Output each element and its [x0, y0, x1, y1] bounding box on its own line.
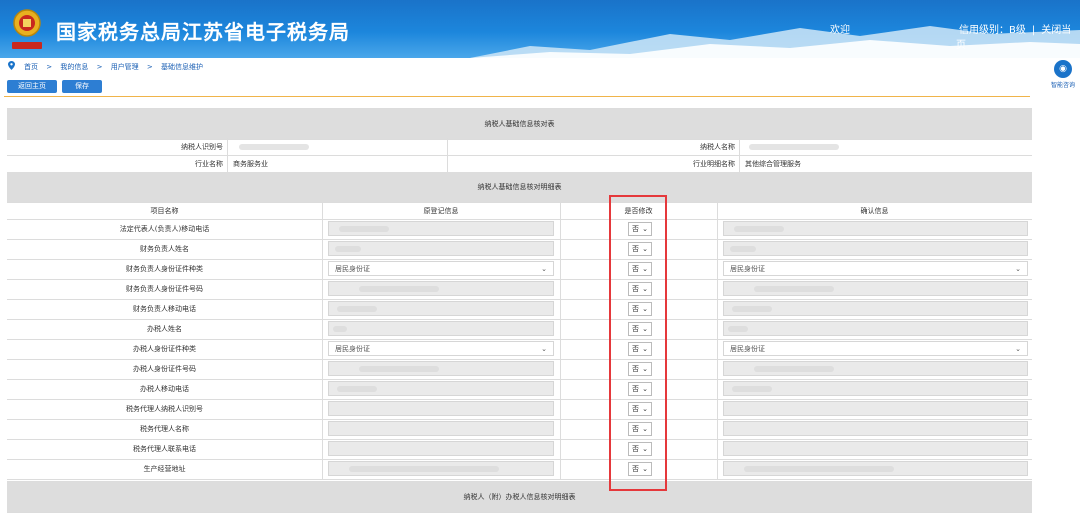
- row-label: 财务负责人身份证件号码: [126, 285, 203, 293]
- table-row: 税务代理人纳税人识别号 否 ⌄: [7, 399, 1032, 420]
- table-row: 办税人姓名 否 ⌄: [7, 319, 1032, 340]
- page-title: 国家税务总局江苏省电子税务局: [56, 20, 350, 44]
- section-title: 纳税人（附）办税人信息核对明细表: [463, 493, 576, 501]
- table-row: 财务负责人移动电话 否 ⌄: [7, 299, 1032, 320]
- table-row: 税务代理人名称 否 ⌄: [7, 419, 1032, 440]
- location-pin-icon: [8, 61, 15, 70]
- chevron-down-icon: ⌄: [541, 265, 547, 273]
- original-field: [328, 381, 554, 396]
- chevron-down-icon: ⌄: [541, 345, 547, 353]
- original-field: [328, 441, 554, 456]
- highlight-box: [609, 195, 667, 491]
- taxpayer-id-label: 纳税人识别号: [181, 142, 223, 151]
- section-header: 纳税人（附）办税人信息核对明细表: [7, 481, 1032, 513]
- original-field: [328, 321, 554, 336]
- row-label: 办税人移动电话: [140, 385, 189, 393]
- confirm-field[interactable]: [723, 221, 1028, 236]
- row-label: 税务代理人纳税人识别号: [126, 405, 203, 413]
- row-label: 办税人姓名: [147, 325, 182, 333]
- row-label: 财务负责人身份证件种类: [126, 265, 203, 273]
- original-field: [328, 241, 554, 256]
- confirm-field[interactable]: [723, 441, 1028, 456]
- confirm-field[interactable]: [723, 381, 1028, 396]
- industry-label: 行业名称: [195, 159, 223, 168]
- industry-detail-value: 其他综合管理服务: [745, 159, 801, 168]
- table-row: 法定代表人(负责人)移动电话 否 ⌄: [7, 219, 1032, 240]
- redacted-value: [239, 144, 309, 150]
- taxpayer-name-label: 纳税人名称: [700, 142, 735, 151]
- chevron-down-icon: ⌄: [1015, 265, 1021, 273]
- section-header: 纳税人基础信息核对明细表: [7, 172, 1032, 203]
- assistant-label: 智能咨询: [1050, 82, 1075, 89]
- section-header: 纳税人基础信息核对表: [7, 108, 1032, 140]
- info-row: 行业名称 商务服务业 行业明细名称 其他综合管理服务: [7, 155, 1032, 173]
- header-user-info: 信用级别：B级 | 关闭当页: [956, 25, 1072, 51]
- row-label: 税务代理人联系电话: [133, 445, 196, 453]
- confirm-select[interactable]: 居民身份证 ⌄: [723, 261, 1028, 276]
- breadcrumb: 首页 > 我的信息 > 用户管理 > 基础信息维护: [0, 58, 1040, 74]
- headset-icon: ◉: [1054, 60, 1072, 78]
- confirm-field[interactable]: [723, 401, 1028, 416]
- smart-consult-button[interactable]: ◉ 智能咨询: [1046, 60, 1080, 100]
- row-label: 生产经营地址: [143, 465, 186, 473]
- breadcrumb-sep: >: [96, 63, 103, 71]
- column-header-row: 项目名称 原登记信息 是否修改 确认信息: [7, 202, 1032, 220]
- confirm-field[interactable]: [723, 461, 1028, 476]
- row-label: 办税人身份证件种类: [133, 345, 196, 353]
- chevron-down-icon: ⌄: [1015, 345, 1021, 353]
- section-title: 纳税人基础信息核对明细表: [477, 183, 562, 191]
- top-banner: 国家税务总局江苏省电子税务局 欢迎 信用级别：B级 | 关闭当页: [0, 0, 1080, 58]
- row-label: 税务代理人名称: [140, 425, 189, 433]
- original-select: 居民身份证 ⌄: [328, 261, 554, 276]
- industry-detail-label: 行业明细名称: [693, 159, 735, 168]
- original-field: [328, 281, 554, 296]
- original-field: [328, 401, 554, 416]
- original-field: [328, 461, 554, 476]
- row-label: 办税人身份证件号码: [133, 365, 196, 373]
- confirm-select[interactable]: 居民身份证 ⌄: [723, 341, 1028, 356]
- breadcrumb-home[interactable]: 首页: [24, 63, 38, 71]
- save-button[interactable]: 保存: [62, 80, 102, 93]
- confirm-field[interactable]: [723, 301, 1028, 316]
- confirm-field[interactable]: [723, 421, 1028, 436]
- table-row: 生产经营地址 否 ⌄: [7, 459, 1032, 480]
- table-row: 财务负责人身份证件种类 居民身份证 ⌄ 否 ⌄ 居民身份证 ⌄: [7, 259, 1032, 280]
- breadcrumb-basic-info[interactable]: 基础信息维护: [161, 63, 203, 71]
- column-header: 项目名称: [150, 206, 179, 215]
- confirm-field[interactable]: [723, 241, 1028, 256]
- table-row: 办税人移动电话 否 ⌄: [7, 379, 1032, 400]
- row-label: 财务负责人姓名: [140, 245, 189, 253]
- breadcrumb-my-info[interactable]: 我的信息: [60, 63, 88, 71]
- divider: [4, 96, 1030, 97]
- table-row: 财务负责人身份证件号码 否 ⌄: [7, 279, 1032, 300]
- column-header: 原登记信息: [423, 206, 459, 215]
- section-title: 纳税人基础信息核对表: [484, 120, 555, 128]
- back-home-button[interactable]: 返回主页: [7, 80, 57, 93]
- column-header: 确认信息: [860, 206, 889, 215]
- table-row: 办税人身份证件号码 否 ⌄: [7, 359, 1032, 380]
- breadcrumb-user-mgmt[interactable]: 用户管理: [111, 63, 139, 71]
- confirm-field[interactable]: [723, 321, 1028, 336]
- original-field: [328, 361, 554, 376]
- original-select: 居民身份证 ⌄: [328, 341, 554, 356]
- info-row: 纳税人识别号 纳税人名称: [7, 138, 1032, 156]
- original-field: [328, 221, 554, 236]
- original-field: [328, 421, 554, 436]
- confirm-field[interactable]: [723, 361, 1028, 376]
- credit-rating: 信用级别：B级: [959, 25, 1026, 36]
- breadcrumb-sep: >: [46, 63, 53, 71]
- confirm-field[interactable]: [723, 281, 1028, 296]
- welcome-text: 欢迎: [830, 25, 850, 36]
- redacted-value: [749, 144, 839, 150]
- breadcrumb-sep: >: [146, 63, 153, 71]
- industry-value: 商务服务业: [233, 159, 268, 168]
- row-label: 法定代表人(负责人)移动电话: [119, 225, 210, 233]
- row-label: 财务负责人移动电话: [133, 305, 196, 313]
- table-row: 税务代理人联系电话 否 ⌄: [7, 439, 1032, 460]
- tax-emblem-icon: [12, 9, 42, 49]
- table-row: 办税人身份证件种类 居民身份证 ⌄ 否 ⌄ 居民身份证 ⌄: [7, 339, 1032, 360]
- original-field: [328, 301, 554, 316]
- table-row: 财务负责人姓名 否 ⌄: [7, 239, 1032, 260]
